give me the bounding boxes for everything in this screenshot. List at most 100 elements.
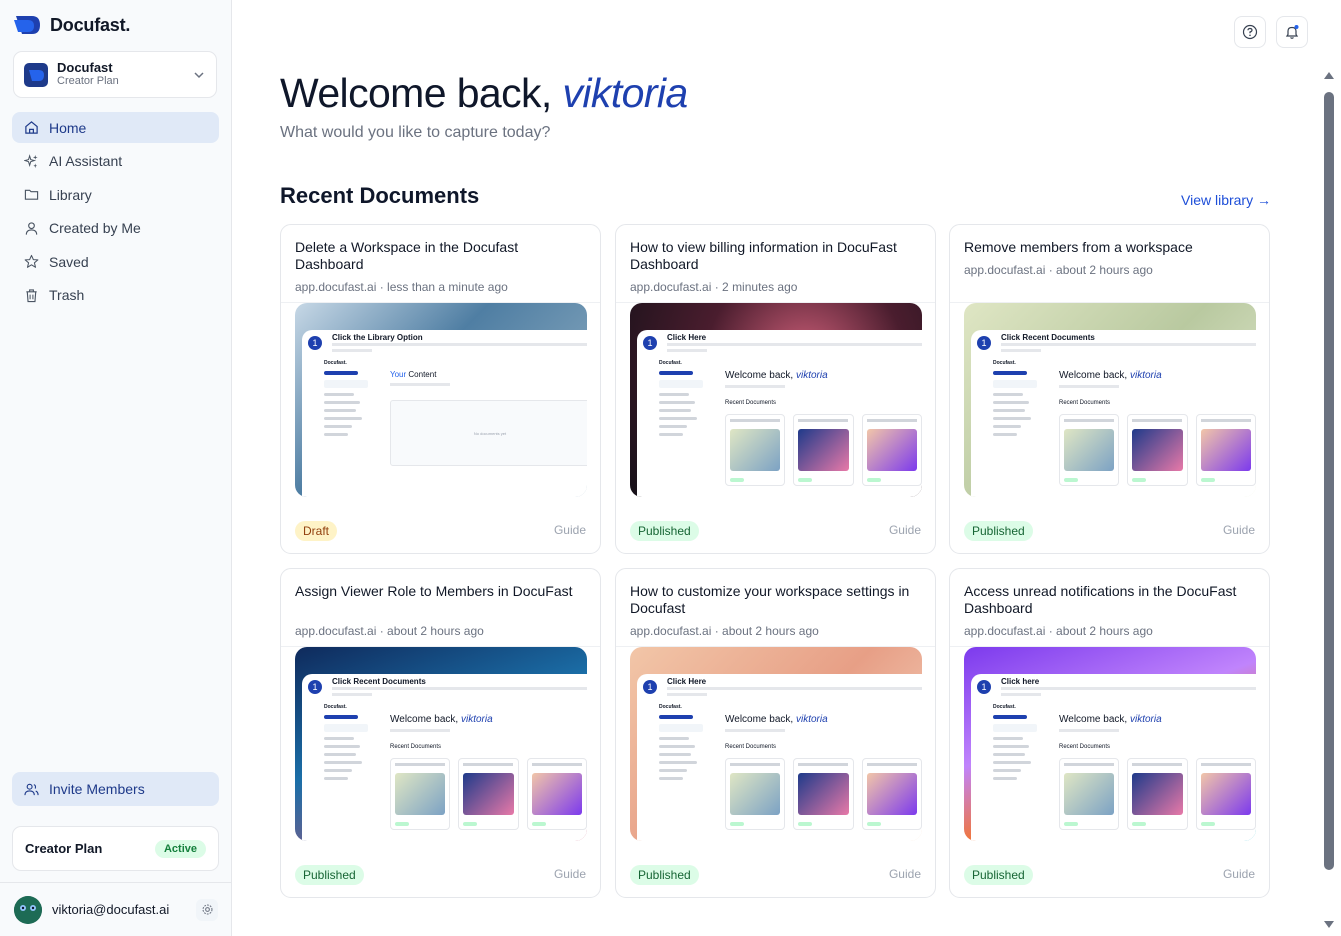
thumb-recent: Recent Documents — [725, 744, 777, 750]
thumb-welcome-prefix: Welcome back, — [725, 714, 794, 725]
document-card[interactable]: How to customize your workspace settings… — [615, 568, 936, 898]
thumb-sidebar: Docufast. — [659, 702, 717, 841]
workspace-switcher[interactable]: Docufast Creator Plan — [13, 51, 217, 98]
status-badge: Published — [964, 521, 1033, 541]
thumbnail-screen: 1 Click here Docufast. Welcome back, vik… — [971, 674, 1256, 841]
thumb-card — [1195, 758, 1256, 830]
sidebar-item-created-by-me[interactable]: Created by Me — [12, 213, 219, 244]
thumb-content: Content — [408, 370, 437, 379]
thumb-welcome: Welcome back, viktoria — [390, 714, 587, 725]
sidebar-nav: Home AI Assistant Library Created by Me … — [12, 112, 219, 314]
notifications-button[interactable] — [1276, 16, 1308, 48]
invite-members-button[interactable]: Invite Members — [12, 772, 219, 806]
thumbnail-screen: 1 Click Recent Documents Docufast. Welco… — [302, 674, 587, 841]
sidebar-item-home[interactable]: Home — [12, 112, 219, 143]
document-meta: app.docufast.ai · about 2 hours ago — [295, 624, 484, 638]
sidebar-item-saved[interactable]: Saved — [12, 246, 219, 277]
step-title: Click Here — [667, 677, 707, 686]
thumb-welcome: Welcome back, viktoria — [725, 714, 922, 725]
user-icon — [25, 222, 38, 235]
thumb-welcome-prefix: Welcome back, — [1059, 370, 1128, 381]
thumb-card — [725, 414, 786, 486]
welcome-username: viktoria — [562, 70, 689, 116]
thumb-sidebar: Docufast. — [993, 702, 1051, 841]
home-icon — [25, 121, 38, 134]
workspace-name: Docufast — [57, 60, 113, 75]
thumb-welcome: Welcome back, viktoria — [1059, 714, 1256, 725]
document-meta: app.docufast.ai · less than a minute ago — [295, 280, 508, 294]
document-meta: app.docufast.ai · about 2 hours ago — [964, 263, 1153, 277]
thumb-main: Your Content No documents yet — [390, 370, 587, 497]
user-email: viktoria@docufast.ai — [52, 902, 170, 917]
document-type: Guide — [1222, 523, 1255, 537]
step-number: 1 — [308, 336, 322, 350]
help-icon — [1242, 24, 1258, 40]
document-thumbnail: 1 Click Recent Documents Docufast. Welco… — [964, 303, 1256, 497]
folder-icon — [24, 189, 39, 200]
thumb-logo: Docufast. — [993, 704, 1016, 710]
document-type: Guide — [888, 523, 921, 537]
status-badge: Published — [630, 865, 699, 885]
thumb-welcome: Welcome back, viktoria — [1059, 370, 1256, 381]
sidebar: Docufast. Docufast Creator Plan Home AI … — [0, 0, 232, 936]
sidebar-item-label: Library — [49, 186, 92, 203]
document-thumbnail: 1 Click the Library Option Docufast. You… — [295, 303, 587, 497]
app-logo[interactable]: Docufast. — [14, 14, 130, 36]
welcome-subtitle: What would you like to capture today? — [280, 124, 551, 141]
thumb-card — [1059, 414, 1120, 486]
step-number: 1 — [977, 680, 991, 694]
document-thumbnail: 1 Click Here Docufast. Welcome back, vik… — [630, 647, 922, 841]
logo-text: Docufast. — [50, 14, 131, 35]
sidebar-item-label: Created by Me — [49, 220, 141, 237]
chevron-down-icon — [194, 71, 204, 78]
scrollbar-thumb[interactable] — [1324, 92, 1334, 870]
step-number: 1 — [977, 336, 991, 350]
document-card[interactable]: Access unread notifications in the DocuF… — [949, 568, 1270, 898]
document-thumbnail: 1 Click Recent Documents Docufast. Welco… — [295, 647, 587, 841]
thumb-card — [1127, 414, 1188, 486]
thumb-recent: Recent Documents — [1059, 744, 1111, 750]
workspace-icon — [24, 62, 48, 87]
gear-icon — [202, 904, 212, 915]
document-card[interactable]: Delete a Workspace in the Docufast Dashb… — [280, 224, 601, 554]
document-title: Access unread notifications in the DocuF… — [964, 583, 1237, 616]
plan-card[interactable]: Creator Plan Active — [12, 826, 219, 871]
sidebar-item-ai-assistant[interactable]: AI Assistant — [12, 146, 219, 177]
sidebar-item-trash[interactable]: Trash — [12, 280, 219, 311]
status-badge: Published — [295, 865, 364, 885]
sidebar-item-library[interactable]: Library — [12, 179, 219, 210]
thumb-card — [1059, 758, 1120, 830]
thumbnail-screen: 1 Click Here Docufast. Welcome back, vik… — [637, 330, 922, 497]
thumb-welcome-prefix: Welcome back, — [725, 370, 794, 381]
star-icon — [24, 255, 39, 269]
thumb-recent: Recent Documents — [725, 400, 777, 406]
view-library-link[interactable]: View library → — [1181, 192, 1271, 208]
thumb-card — [526, 758, 587, 830]
document-card[interactable]: Remove members from a workspace app.docu… — [949, 224, 1270, 554]
thumb-logo: Docufast. — [324, 704, 347, 710]
sidebar-item-label: Home — [49, 119, 87, 136]
thumb-sidebar: Docufast. — [993, 358, 1051, 497]
document-meta: app.docufast.ai · 2 minutes ago — [630, 280, 798, 294]
welcome-heading: Welcome back, viktoria — [280, 70, 688, 117]
document-card[interactable]: Assign Viewer Role to Members in DocuFas… — [280, 568, 601, 898]
document-type: Guide — [1222, 867, 1255, 881]
document-card[interactable]: How to view billing information in DocuF… — [615, 224, 936, 554]
plan-name: Creator Plan — [25, 841, 103, 856]
thumbnail-screen: 1 Click Recent Documents Docufast. Welco… — [971, 330, 1256, 497]
document-title: Assign Viewer Role to Members in DocuFas… — [295, 583, 573, 599]
help-button[interactable] — [1234, 16, 1266, 48]
document-title: Remove members from a workspace — [964, 239, 1193, 255]
thumb-card — [1127, 758, 1188, 830]
thumb-welcome-prefix: Welcome back, — [390, 714, 459, 725]
user-profile[interactable]: viktoria@docufast.ai — [0, 882, 232, 936]
settings-button[interactable] — [196, 898, 218, 921]
document-title: How to customize your workspace settings… — [630, 583, 910, 616]
sidebar-item-label: Saved — [49, 253, 89, 270]
thumbnail-screen: 1 Click Here Docufast. Welcome back, vik… — [637, 674, 922, 841]
thumbnail-screen: 1 Click the Library Option Docufast. You… — [302, 330, 587, 497]
thumb-main: Welcome back, viktoria Recent Documents — [725, 370, 922, 497]
step-number: 1 — [643, 336, 657, 350]
step-number: 1 — [308, 680, 322, 694]
thumb-card — [793, 414, 854, 486]
